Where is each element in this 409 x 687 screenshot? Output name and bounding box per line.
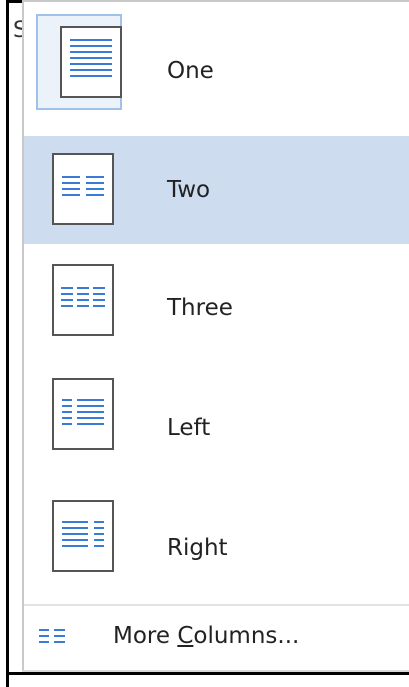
more-columns-label: More Columns... [113, 623, 300, 649]
more-columns-button[interactable]: More Columns... [24, 608, 409, 668]
menu-item-right[interactable]: Right [24, 490, 409, 588]
one-column-icon [60, 26, 122, 98]
menu-item-two[interactable]: Two [24, 136, 409, 244]
menu-separator [24, 604, 409, 606]
window-edge-bottom [6, 672, 409, 675]
menu-item-three-label: Three [167, 295, 233, 321]
menu-item-two-label: Two [167, 177, 211, 203]
more-columns-icon [39, 629, 65, 643]
left-column-icon [52, 378, 114, 450]
menu-item-right-label: Right [167, 535, 228, 561]
menu-item-left-label: Left [167, 415, 211, 441]
columns-dropdown-screenshot: S One Two Three Left Right More Columns.… [0, 0, 409, 687]
menu-item-one-label: One [167, 58, 214, 84]
right-column-icon [52, 500, 114, 572]
menu-item-left[interactable]: Left [24, 370, 409, 468]
menu-item-one[interactable]: One [24, 2, 409, 110]
two-columns-icon [52, 153, 114, 225]
three-columns-icon [52, 264, 114, 336]
menu-item-three[interactable]: Three [24, 254, 409, 352]
window-edge [6, 0, 9, 687]
